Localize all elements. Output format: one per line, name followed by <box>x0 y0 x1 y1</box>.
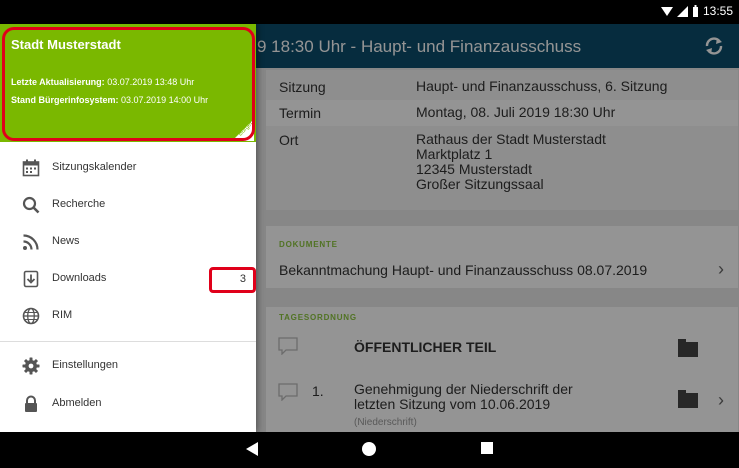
status-icons: 13:55 <box>660 4 733 18</box>
download-icon <box>23 270 39 288</box>
drawer-header: Stadt Musterstadt Letzte Aktualisierung:… <box>0 24 256 142</box>
sidebar-item-label: RIM <box>52 309 73 321</box>
globe-icon <box>22 307 40 325</box>
status-time: 13:55 <box>702 4 733 18</box>
sidebar-item-label: News <box>52 235 80 247</box>
sidebar-item-label: Einstellungen <box>52 359 119 371</box>
sidebar-item-einstellungen[interactable]: Einstellungen <box>0 348 256 384</box>
gear-icon <box>22 357 40 375</box>
system-navigation-bar <box>0 432 739 468</box>
drawer-divider <box>0 341 256 342</box>
sidebar-item-label: Recherche <box>52 198 106 210</box>
downloads-count: 3 <box>239 273 246 285</box>
highlight-frame <box>2 27 255 141</box>
sidebar-item-label: Sitzungskalender <box>52 161 137 173</box>
sidebar-item-recherche[interactable]: Recherche <box>0 187 256 223</box>
signal-icon <box>676 5 688 17</box>
sidebar-item-sitzungskalender[interactable]: Sitzungskalender <box>0 150 256 186</box>
recents-icon[interactable] <box>480 441 494 455</box>
sidebar-item-abmelden[interactable]: Abmelden <box>0 386 256 422</box>
lock-icon <box>25 395 37 412</box>
downloads-count-badge: 3 <box>209 267 256 293</box>
rss-icon <box>23 234 39 250</box>
home-icon[interactable] <box>361 441 377 457</box>
wifi-icon <box>660 6 673 16</box>
back-icon[interactable] <box>245 441 259 457</box>
sidebar-item-label: Downloads <box>52 272 107 284</box>
battery-icon <box>692 5 698 17</box>
sidebar-item-label: Abmelden <box>52 397 102 409</box>
sidebar-item-rim[interactable]: RIM <box>0 298 256 334</box>
search-icon <box>22 196 40 214</box>
status-bar: 13:55 <box>0 0 739 24</box>
navigation-drawer: Stadt Musterstadt Letzte Aktualisierung:… <box>0 24 256 432</box>
sidebar-item-news[interactable]: News <box>0 224 256 260</box>
calendar-icon <box>22 159 40 177</box>
